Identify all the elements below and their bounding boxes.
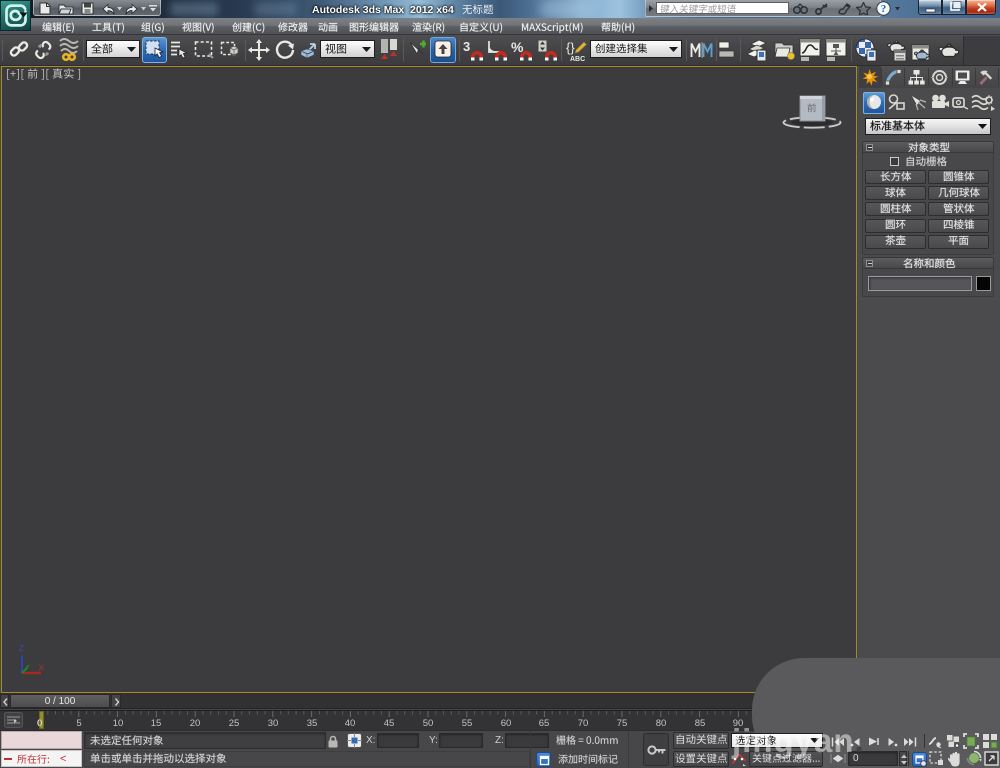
svg-text:ABC: ABC — [570, 56, 585, 62]
svg-text:?: ? — [881, 3, 887, 15]
svg-text:3: 3 — [463, 39, 470, 54]
svg-text:X: X — [39, 663, 45, 673]
svg-text:{}: {} — [566, 40, 575, 55]
svg-text:Z: Z — [19, 644, 24, 653]
